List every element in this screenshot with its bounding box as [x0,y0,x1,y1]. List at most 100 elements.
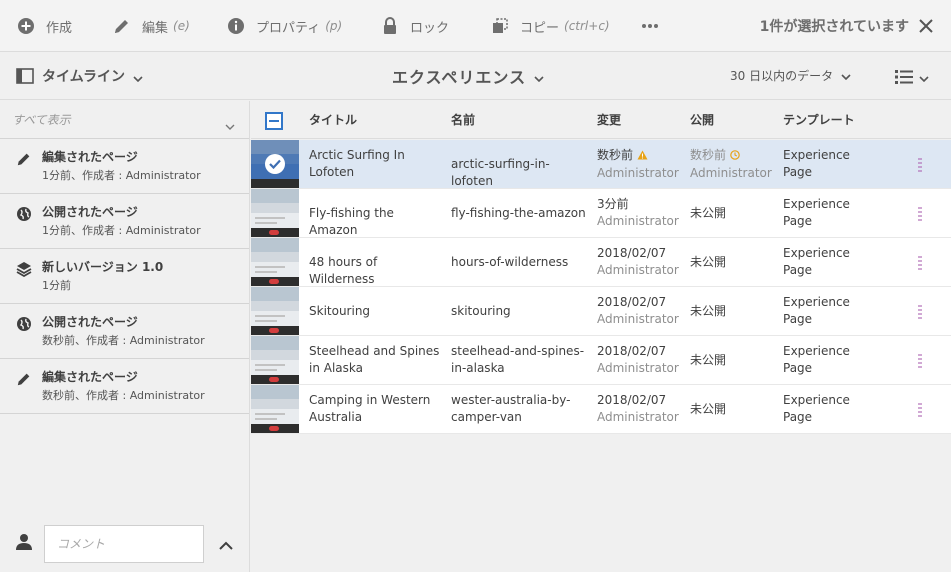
row-name: steelhead-and-spines-in-alaska [451,344,585,375]
row-template: Experience Page [783,197,850,228]
row-template: Experience Page [783,344,850,375]
pencil-icon [112,16,132,36]
copy-button[interactable]: コピー (ctrl+c) [490,0,610,52]
rail-toggle-icon [16,68,34,84]
row-title: 48 hours of Wilderness [309,255,378,286]
create-label: 作成 [46,20,73,36]
row-modified: 2018/02/07 Administrator [597,295,679,326]
view-switcher-button[interactable] [895,67,929,86]
timeline-item-meta: 数秒前、作成者 : Administrator [42,334,205,347]
timeline-item[interactable]: 編集されたページ 数秒前、作成者 : Administrator [0,359,249,414]
timeline-item-title: 編集されたページ [42,150,138,164]
properties-shortcut: (p) [325,19,343,33]
list-view-icon [895,69,913,85]
drag-handle-icon[interactable] [918,206,922,221]
row-modified: 2018/02/07 Administrator [597,393,679,424]
row-title: Arctic Surfing In Lofoten [309,148,405,179]
timeline-item[interactable]: 公開されたページ 1分前、作成者 : Administrator [0,194,249,249]
page-thumbnail[interactable] [251,287,299,335]
chevron-down-icon [225,115,235,134]
table-row[interactable]: Steelhead and Spines in Alaska steelhead-… [251,336,951,385]
timeline-item-title: 新しいバージョン 1.0 [42,260,164,274]
timeline-filter-dropdown[interactable]: すべて表示 [0,101,249,139]
more-actions-button[interactable] [640,0,670,52]
list-header: タイトル 名前 変更 公開 テンプレート [251,101,951,139]
column-header-title[interactable]: タイトル [309,101,357,139]
lock-icon [380,16,400,36]
page-thumbnail[interactable] [251,238,299,286]
timeline-item-meta: 1分前、作成者 : Administrator [42,169,201,182]
row-template: Experience Page [783,246,850,277]
chevron-down-icon [133,67,143,86]
pencil-icon [16,151,32,167]
selection-count: 1件が選択されています [759,19,909,35]
row-modified: 2018/02/07 Administrator [597,246,679,277]
page-thumbnail[interactable] [251,189,299,237]
table-row[interactable]: Camping in Western Australia wester-austr… [251,385,951,434]
table-row[interactable]: Skitouring skitouring 2018/02/07 Administ… [251,287,951,336]
user-icon [16,533,32,551]
lock-button[interactable]: ロック [380,0,449,52]
select-all-checkbox[interactable] [265,112,283,130]
timeline-item-title: 公開されたページ [42,315,138,329]
create-button[interactable]: 作成 [16,0,72,52]
drag-handle-icon[interactable] [918,255,922,270]
table-row[interactable]: Fly-fishing the Amazon fly-fishing-the-a… [251,189,951,238]
drag-handle-icon[interactable] [918,304,922,319]
timeline-item-meta: 1分前 [42,279,71,292]
properties-label: プロパティ [256,20,321,36]
info-icon [226,16,246,36]
row-published: 未公開 [690,255,727,269]
checkmark-icon [265,154,285,174]
edit-button[interactable]: 編集 (e) [112,0,190,52]
page-title-switcher[interactable]: エクスペリエンス [392,64,544,88]
copy-label: コピー [520,20,560,36]
rail-toggle-label: タイムライン [42,69,126,85]
row-template: Experience Page [783,148,850,179]
page-thumbnail[interactable] [251,336,299,384]
action-bar: 作成 編集 (e) プロパティ (p) ロック コピー (ctrl+c) 1件が… [0,0,951,52]
timeline-item-meta: 1分前、作成者 : Administrator [42,224,201,237]
timeline-item[interactable]: 編集されたページ 1分前、作成者 : Administrator [0,139,249,194]
timeline-item[interactable]: 新しいバージョン 1.0 1分前 [0,249,249,304]
lock-label: ロック [410,20,450,36]
timeline-item[interactable]: 公開されたページ 数秒前、作成者 : Administrator [0,304,249,359]
properties-button[interactable]: プロパティ (p) [226,0,342,52]
table-row[interactable]: Arctic Surfing In Lofoten arctic-surfing-… [251,140,951,189]
plus-circle-icon [16,16,36,36]
column-header-name[interactable]: 名前 [451,101,475,139]
column-header-modified[interactable]: 変更 [597,101,621,139]
page-thumbnail[interactable] [251,140,299,188]
row-name: hours-of-wilderness [451,255,569,269]
drag-handle-icon[interactable] [918,157,922,172]
column-header-published[interactable]: 公開 [690,101,714,139]
date-filter-dropdown[interactable]: 30 日以内のデータ [730,67,851,84]
row-modified: 3分前 Administrator [597,197,679,228]
warning-icon [637,148,648,165]
drag-handle-icon[interactable] [918,402,922,417]
comment-input[interactable] [44,525,204,563]
copy-icon [490,16,510,36]
row-name: skitouring [451,304,511,318]
row-published: 数秒前 Administrator [690,148,772,180]
row-published: 未公開 [690,206,727,220]
row-modified: 数秒前 Administrator [597,148,679,180]
timeline-item-title: 公開されたページ [42,205,138,219]
row-title: Skitouring [309,304,371,318]
timeline-rail: すべて表示 編集されたページ 1分前、作成者 : Administrator 公… [0,101,250,572]
date-filter-label: 30 日以内のデータ [730,69,834,83]
row-template: Experience Page [783,295,850,326]
edit-shortcut: (e) [173,19,190,33]
row-title: Steelhead and Spines in Alaska [309,344,440,375]
column-header-template[interactable]: テンプレート [783,101,855,139]
title-bar: タイムライン エクスペリエンス 30 日以内のデータ [0,52,951,100]
close-icon [917,17,935,35]
chevron-up-icon[interactable] [218,536,234,552]
pencil-icon [16,371,32,387]
table-row[interactable]: 48 hours of Wilderness hours-of-wilderne… [251,238,951,287]
page-thumbnail[interactable] [251,385,299,433]
rail-toggle-button[interactable]: タイムライン [16,66,143,86]
chevron-down-icon [919,67,929,86]
drag-handle-icon[interactable] [918,353,922,368]
close-selection-button[interactable] [917,17,935,35]
